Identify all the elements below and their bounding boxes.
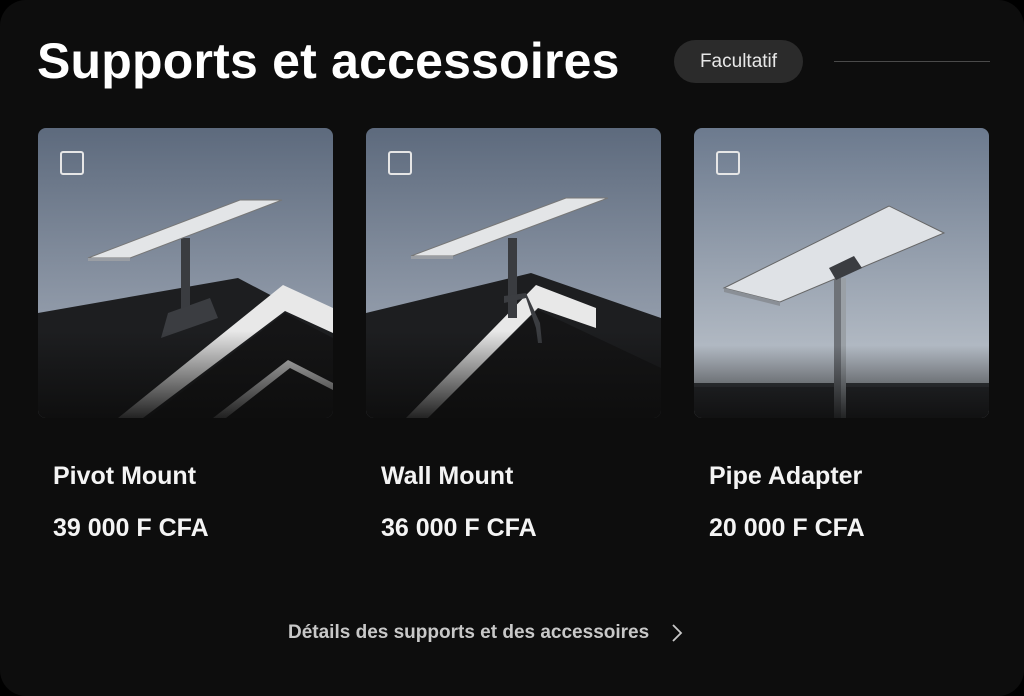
accessories-details-link[interactable]: Détails des supports et des accessoires: [288, 620, 683, 646]
product-price: 20 000 F CFA: [709, 514, 865, 542]
product-card-pipe-adapter[interactable]: Pipe Adapter 20 000 F CFA: [694, 128, 989, 548]
optional-badge: Facultatif: [674, 40, 803, 83]
accessories-panel: Supports et accessoires Facultatif Pivot…: [0, 0, 1024, 696]
chevron-right-icon: [671, 623, 683, 643]
product-name: Pipe Adapter: [709, 462, 863, 490]
section-title: Supports et accessoires: [37, 33, 620, 89]
header-divider: [834, 61, 990, 62]
product-price: 36 000 F CFA: [381, 514, 537, 542]
product-name: Pivot Mount: [53, 462, 197, 490]
product-price: 39 000 F CFA: [53, 514, 209, 542]
select-checkbox-pivot-mount[interactable]: [60, 151, 84, 175]
details-link-label: Détails des supports et des accessoires: [288, 622, 650, 643]
select-checkbox-wall-mount[interactable]: [388, 151, 412, 175]
product-card-wall-mount[interactable]: Wall Mount 36 000 F CFA: [366, 128, 661, 548]
select-checkbox-pipe-adapter[interactable]: [716, 151, 740, 175]
product-name: Wall Mount: [381, 462, 514, 490]
product-card-pivot-mount[interactable]: Pivot Mount 39 000 F CFA: [38, 128, 333, 548]
